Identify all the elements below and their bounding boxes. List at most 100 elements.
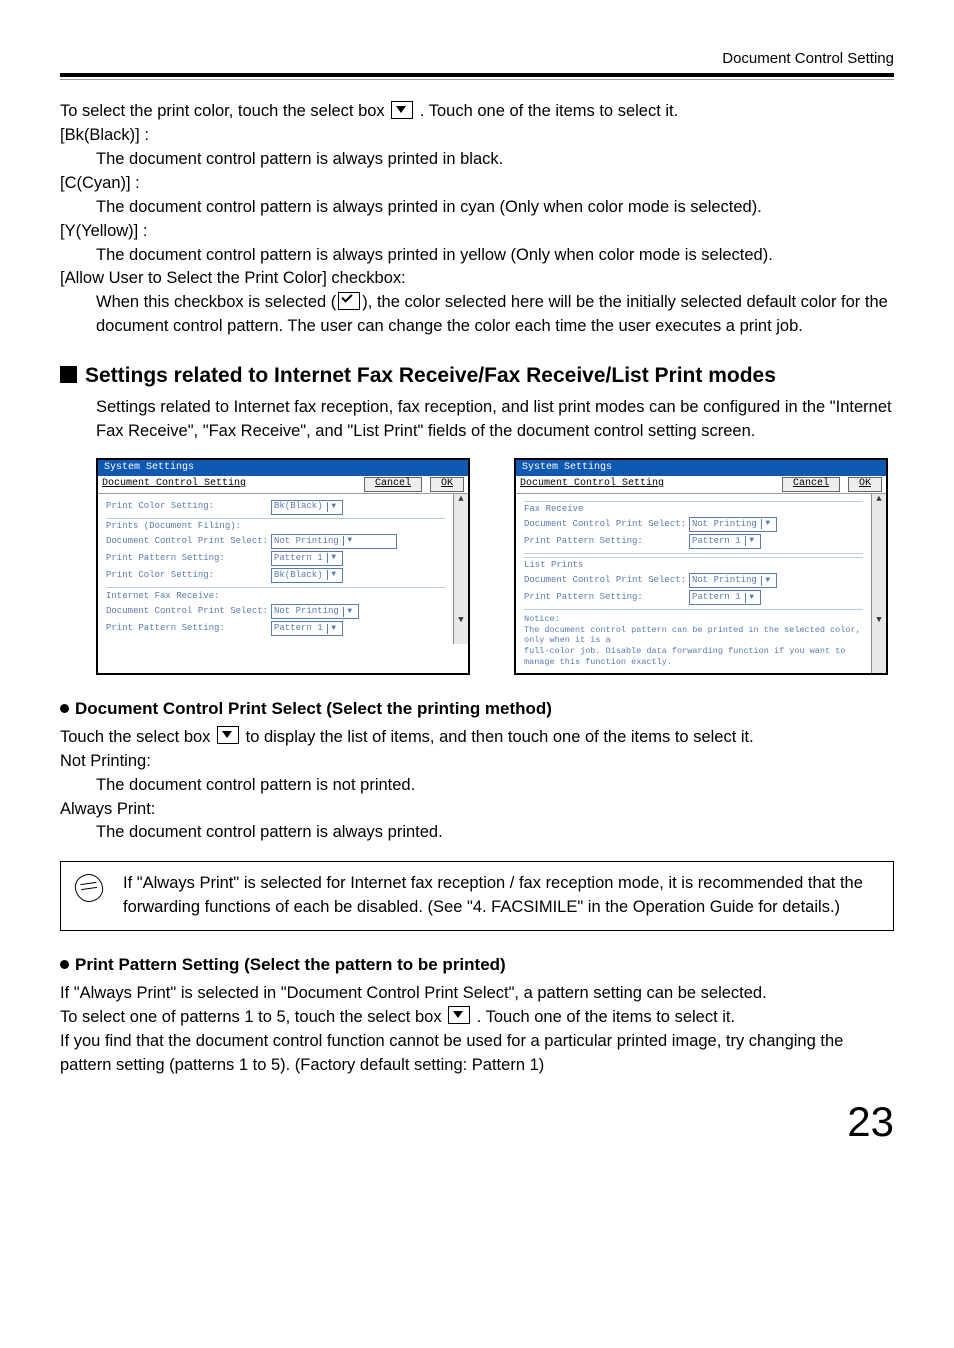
select-not-printing-4[interactable]: Not Printing▼ <box>689 573 777 588</box>
label-pcs2: Print Color Setting: <box>106 570 271 581</box>
scrollbar-left[interactable]: ▲ ▼ <box>453 494 468 645</box>
sub2-p2b: . Touch one of the items to select it. <box>477 1008 735 1026</box>
notice-h: Notice: <box>524 614 863 625</box>
select-not-printing-2[interactable]: Not Printing▼ <box>271 604 359 619</box>
panel-sub-left-label: Document Control Setting <box>102 478 246 491</box>
notice-2: full-color job. Disable data forwarding … <box>524 646 863 667</box>
panel-sub-right: Document Control Setting Cancel OK <box>516 476 886 494</box>
sub-heading-1-text: Document Control Print Select (Select th… <box>75 699 552 718</box>
ap-label: Always Print: <box>60 798 894 822</box>
sub2-p1: If "Always Print" is selected in "Docume… <box>60 982 894 1006</box>
chevron-down-icon: ▼ <box>761 576 774 586</box>
chevron-down-icon: ▼ <box>327 570 340 580</box>
panel-title-right: System Settings <box>516 460 886 477</box>
bullet-icon <box>60 960 69 969</box>
cancel-button[interactable]: Cancel <box>364 477 422 492</box>
panel-sub-right-label: Document Control Setting <box>520 478 664 491</box>
dropdown-icon <box>391 101 413 119</box>
chevron-down-icon: ▼ <box>745 536 758 546</box>
allow-desc-a: When this checkbox is selected ( <box>96 293 336 311</box>
select-pattern-1a[interactable]: Pattern 1▼ <box>271 551 343 566</box>
sub1-line-b: to display the list of items, and then t… <box>246 728 754 746</box>
note-box: If "Always Print" is selected for Intern… <box>60 861 894 931</box>
ok-button[interactable]: OK <box>848 477 882 492</box>
dropdown-icon <box>448 1006 470 1024</box>
chevron-down-icon: ▼ <box>327 553 340 563</box>
label-fax-receive: Fax Receive <box>524 504 863 515</box>
sub-heading-1: Document Control Print Select (Select th… <box>60 697 894 722</box>
scroll-up-icon: ▲ <box>872 494 886 505</box>
section-para: Settings related to Internet fax recepti… <box>60 396 894 444</box>
label-pps4: Print Pattern Setting: <box>524 592 689 603</box>
intro-line-1b: . Touch one of the items to select it. <box>420 102 678 120</box>
select-not-printing-1[interactable]: Not Printing▼ <box>271 534 397 549</box>
select-pattern-1d[interactable]: Pattern 1▼ <box>689 590 761 605</box>
np-label: Not Printing: <box>60 750 894 774</box>
screenshot-left: System Settings Document Control Setting… <box>96 458 470 676</box>
screenshot-right: System Settings Document Control Setting… <box>514 458 888 676</box>
select-pattern-1b[interactable]: Pattern 1▼ <box>271 621 343 636</box>
section-heading: Settings related to Internet Fax Receive… <box>60 361 894 391</box>
ap-desc: The document control pattern is always p… <box>60 821 894 845</box>
select-bk[interactable]: Bk(Black)▼ <box>271 500 343 515</box>
label-dcps: Document Control Print Select: <box>106 536 271 547</box>
y-label: [Y(Yellow)] : <box>60 220 894 244</box>
bk-desc: The document control pattern is always p… <box>60 148 894 172</box>
sub-heading-2: Print Pattern Setting (Select the patter… <box>60 953 894 978</box>
sub2-p3: If you find that the document control fu… <box>60 1030 894 1078</box>
ok-button[interactable]: OK <box>430 477 464 492</box>
scroll-down-icon: ▼ <box>872 615 886 626</box>
notice-1: The document control pattern can be prin… <box>524 625 863 646</box>
dropdown-icon <box>217 726 239 744</box>
note-text: If "Always Print" is selected for Intern… <box>123 872 879 920</box>
scroll-down-icon: ▼ <box>454 615 468 626</box>
chevron-down-icon: ▼ <box>761 519 774 529</box>
y-desc: The document control pattern is always p… <box>60 244 894 268</box>
label-pps2: Print Pattern Setting: <box>106 623 271 634</box>
select-not-printing-3[interactable]: Not Printing▼ <box>689 517 777 532</box>
sub2-p2: To select one of patterns 1 to 5, touch … <box>60 1006 894 1030</box>
label-dcps4: Document Control Print Select: <box>524 575 689 586</box>
header-rule-thin <box>60 79 894 80</box>
label-dcps2: Document Control Print Select: <box>106 606 271 617</box>
c-desc: The document control pattern is always p… <box>60 196 894 220</box>
allow-desc: When this checkbox is selected (), the c… <box>60 291 894 339</box>
np-desc: The document control pattern is not prin… <box>60 774 894 798</box>
sub-heading-2-text: Print Pattern Setting (Select the patter… <box>75 955 506 974</box>
chevron-down-icon: ▼ <box>343 607 356 617</box>
checkbox-checked-icon <box>338 292 360 310</box>
label-list-prints: List Prints <box>524 560 863 571</box>
allow-label: [Allow User to Select the Print Color] c… <box>60 267 894 291</box>
select-bk-2[interactable]: Bk(Black)▼ <box>271 568 343 583</box>
section-heading-text: Settings related to Internet Fax Receive… <box>85 364 776 387</box>
scrollbar-right[interactable]: ▲ ▼ <box>871 494 886 674</box>
label-prints-filing: Prints (Document Filing): <box>106 521 445 532</box>
label-pps: Print Pattern Setting: <box>106 553 271 564</box>
header-rule-thick <box>60 73 894 77</box>
cancel-button[interactable]: Cancel <box>782 477 840 492</box>
chevron-down-icon: ▼ <box>745 593 758 603</box>
panel-title-left: System Settings <box>98 460 468 477</box>
bk-label: [Bk(Black)] : <box>60 124 894 148</box>
chevron-down-icon: ▼ <box>327 502 340 512</box>
page-number: 23 <box>60 1098 894 1146</box>
intro-line-1: To select the print color, touch the sel… <box>60 100 894 124</box>
label-ifax: Internet Fax Receive: <box>106 591 445 602</box>
chevron-down-icon: ▼ <box>327 624 340 634</box>
select-pattern-1c[interactable]: Pattern 1▼ <box>689 534 761 549</box>
sub1-line: Touch the select box to display the list… <box>60 726 894 750</box>
sub1-line-a: Touch the select box <box>60 728 215 746</box>
scroll-up-icon: ▲ <box>454 494 468 505</box>
bullet-icon <box>60 704 69 713</box>
sub2-p2a: To select one of patterns 1 to 5, touch … <box>60 1008 446 1026</box>
square-bullet-icon <box>60 366 77 383</box>
label-dcps3: Document Control Print Select: <box>524 519 689 530</box>
label-pps3: Print Pattern Setting: <box>524 536 689 547</box>
intro-line-1a: To select the print color, touch the sel… <box>60 102 389 120</box>
note-icon <box>73 873 105 905</box>
c-label: [C(Cyan)] : <box>60 172 894 196</box>
label-print-color: Print Color Setting: <box>106 501 271 512</box>
page-header: Document Control Setting <box>60 50 894 73</box>
panel-sub-left: Document Control Setting Cancel OK <box>98 476 468 494</box>
chevron-down-icon: ▼ <box>343 536 356 546</box>
